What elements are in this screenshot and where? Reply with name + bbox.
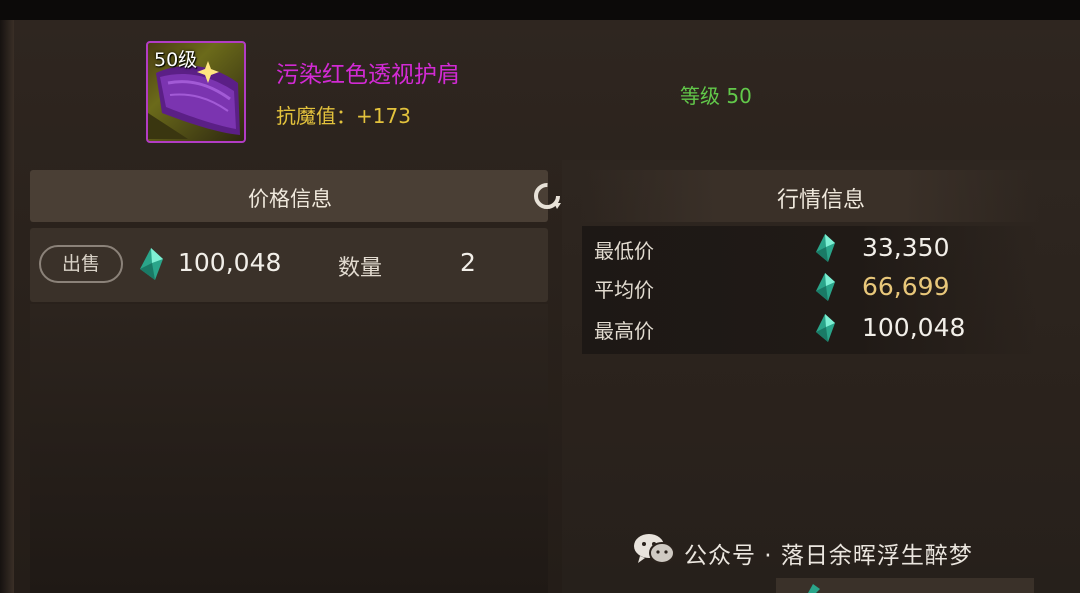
quantity-value: 2 xyxy=(460,248,476,277)
min-price-value: 33,350 xyxy=(862,233,950,262)
crystal-gem-icon xyxy=(140,248,163,280)
item-name: 污染红色透视护肩 xyxy=(276,62,460,88)
quantity-label: 数量 xyxy=(338,256,383,281)
item-icon-slot[interactable]: 50级 xyxy=(146,41,246,143)
price-info-title: 价格信息 xyxy=(248,187,332,211)
avg-price-value: 66,699 xyxy=(862,272,950,301)
refresh-icon[interactable] xyxy=(530,179,564,213)
item-grade: 等级 50 xyxy=(680,84,752,108)
wechat-icon xyxy=(634,534,675,564)
max-price-value: 100,048 xyxy=(862,313,966,342)
listing-price: 100,048 xyxy=(178,248,282,277)
left-edge xyxy=(0,20,14,593)
sell-button[interactable]: 出售 xyxy=(39,245,123,283)
crystal-gem-icon xyxy=(808,584,820,593)
min-price-label: 最低价 xyxy=(594,239,654,263)
avg-price-label: 平均价 xyxy=(594,278,654,302)
max-price-label: 最高价 xyxy=(594,319,654,343)
item-stat: 抗魔值：+173 xyxy=(276,104,411,128)
crystal-gem-icon xyxy=(816,273,835,301)
item-level-badge: 50级 xyxy=(154,49,198,71)
listing-list-area xyxy=(30,304,548,593)
crystal-gem-icon xyxy=(816,234,835,262)
top-bar xyxy=(0,0,1080,20)
listing-row: 出售 100,048 数量 2 xyxy=(30,228,548,302)
crystal-gem-icon xyxy=(816,314,835,342)
watermark-text: 公众号 · 落日余晖浮生醉梦 xyxy=(684,543,973,569)
market-info-title: 行情信息 xyxy=(776,188,865,213)
market-info-panel xyxy=(562,160,1080,593)
price-info-header: 价格信息 xyxy=(30,170,561,222)
